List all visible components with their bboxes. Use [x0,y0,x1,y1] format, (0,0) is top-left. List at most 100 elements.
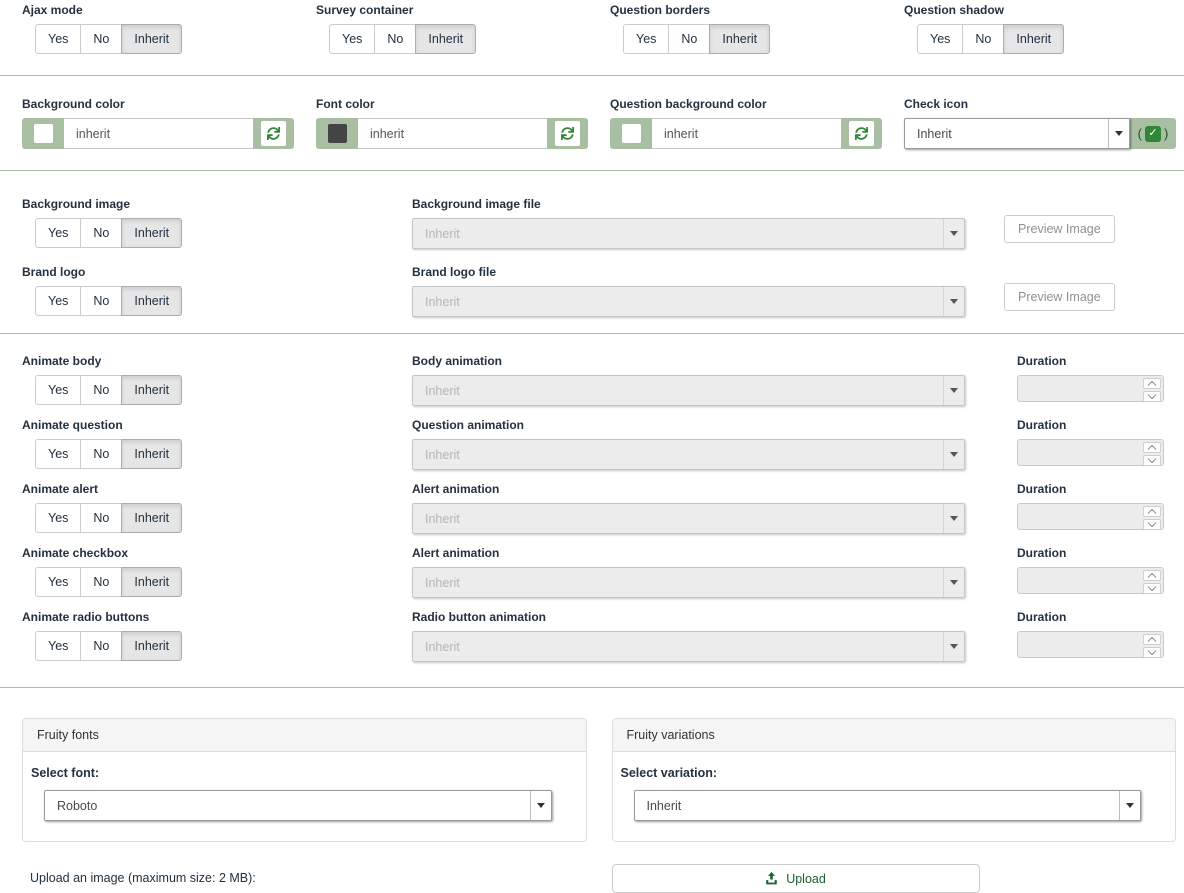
yes-button[interactable]: Yes [35,503,81,533]
yes-button[interactable]: Yes [35,631,81,661]
chevron-down-icon [943,632,964,661]
field-check-icon: Check icon Inherit ( ✓ ) [904,97,1176,149]
stepper-down-icon[interactable] [1143,519,1161,530]
color-value-input[interactable] [652,118,841,149]
stepper-down-icon[interactable] [1143,647,1161,658]
yes-button[interactable]: Yes [35,218,81,248]
panel-title: Fruity fonts [23,719,586,752]
animation-select[interactable]: Inherit [412,631,965,662]
refresh-icon [855,127,868,140]
chevron-down-icon [943,568,964,597]
selected-value: Inherit [425,448,460,462]
color-swatch-addon[interactable] [316,118,358,149]
no-button[interactable]: No [668,24,710,54]
section-divider [0,333,1184,334]
field-label: Ajax mode [22,3,294,17]
duration-input[interactable] [1017,567,1164,594]
color-swatch[interactable] [622,124,641,143]
preview-image-button[interactable]: Preview Image [1004,215,1115,243]
refresh-color-button[interactable] [261,121,286,146]
yes-button[interactable]: Yes [35,439,81,469]
stepper-up-icon[interactable] [1143,506,1161,517]
background-image-file-select[interactable]: Inherit [412,218,965,249]
stepper-up-icon[interactable] [1143,378,1161,389]
chevron-down-icon [943,440,964,469]
no-button[interactable]: No [80,24,122,54]
duration-input[interactable] [1017,375,1164,402]
background-image-row: Background image Yes No Inherit Backgrou… [0,197,1184,249]
duration-cell: Duration [965,610,1184,662]
selected-value: Inherit [647,799,682,813]
no-button[interactable]: No [80,503,122,533]
field-label: Duration [1017,610,1164,624]
upload-button[interactable]: Upload [612,864,980,893]
refresh-color-button[interactable] [555,121,580,146]
stepper-down-icon[interactable] [1143,583,1161,594]
no-button[interactable]: No [80,567,122,597]
font-select[interactable]: Roboto [44,790,552,821]
field-label: Body animation [412,354,965,368]
yes-button[interactable]: Yes [329,24,375,54]
brand-logo-file-select[interactable]: Inherit [412,286,965,317]
no-button[interactable]: No [80,439,122,469]
refresh-color-button[interactable] [849,121,874,146]
yes-no-inherit-toggle: Yes No Inherit [917,24,1064,54]
yes-no-inherit-toggle: Yes No Inherit [35,286,182,316]
inherit-button[interactable]: Inherit [415,24,476,54]
chevron-down-icon [943,504,964,533]
field-label: Question background color [610,97,882,111]
inherit-button[interactable]: Inherit [121,503,182,533]
inherit-button[interactable]: Inherit [121,286,182,316]
yes-button[interactable]: Yes [35,286,81,316]
yes-button[interactable]: Yes [623,24,669,54]
duration-input[interactable] [1017,503,1164,530]
animation-select[interactable]: Inherit [412,567,965,598]
field-background-image: Background image Yes No Inherit [22,197,412,249]
no-button[interactable]: No [80,286,122,316]
yes-button[interactable]: Yes [35,567,81,597]
stepper-up-icon[interactable] [1143,570,1161,581]
yes-button[interactable]: Yes [35,24,81,54]
animation-select[interactable]: Inherit [412,503,965,534]
duration-input[interactable] [1017,439,1164,466]
animation-select[interactable]: Inherit [412,375,965,406]
duration-input[interactable] [1017,631,1164,658]
inherit-button[interactable]: Inherit [121,439,182,469]
color-value-input[interactable] [64,118,253,149]
no-button[interactable]: No [374,24,416,54]
duration-cell: Duration [965,482,1184,534]
preview-image-button[interactable]: Preview Image [1004,283,1115,311]
inherit-button[interactable]: Inherit [1003,24,1064,54]
select-variation-label: Select variation: [621,766,1168,780]
color-swatch[interactable] [328,124,347,143]
inherit-button[interactable]: Inherit [121,218,182,248]
field-label: Background color [22,97,294,111]
stepper-up-icon[interactable] [1143,442,1161,453]
variation-select[interactable]: Inherit [634,790,1142,821]
yes-button[interactable]: Yes [917,24,963,54]
no-button[interactable]: No [80,218,122,248]
color-swatch-addon[interactable] [610,118,652,149]
color-swatch-addon[interactable] [22,118,64,149]
inherit-button[interactable]: Inherit [121,24,182,54]
inherit-button[interactable]: Inherit [709,24,770,54]
field-duration: Duration [1017,546,1164,598]
field-question-background-color: Question background color [610,97,904,149]
inherit-button[interactable]: Inherit [121,567,182,597]
duration-cell: Duration [965,418,1184,470]
stepper-up-icon[interactable] [1143,634,1161,645]
inherit-button[interactable]: Inherit [121,631,182,661]
selected-value: Roboto [57,799,97,813]
animation-select[interactable]: Inherit [412,439,965,470]
stepper-down-icon[interactable] [1143,455,1161,466]
yes-button[interactable]: Yes [35,375,81,405]
inherit-button[interactable]: Inherit [121,375,182,405]
no-button[interactable]: No [80,631,122,661]
color-value-input[interactable] [358,118,547,149]
color-swatch[interactable] [34,124,53,143]
stepper-down-icon[interactable] [1143,391,1161,402]
no-button[interactable]: No [80,375,122,405]
no-button[interactable]: No [962,24,1004,54]
check-icon-select[interactable]: Inherit [904,118,1130,149]
field-radio-button-animation: Radio button animation Inherit [412,610,965,662]
